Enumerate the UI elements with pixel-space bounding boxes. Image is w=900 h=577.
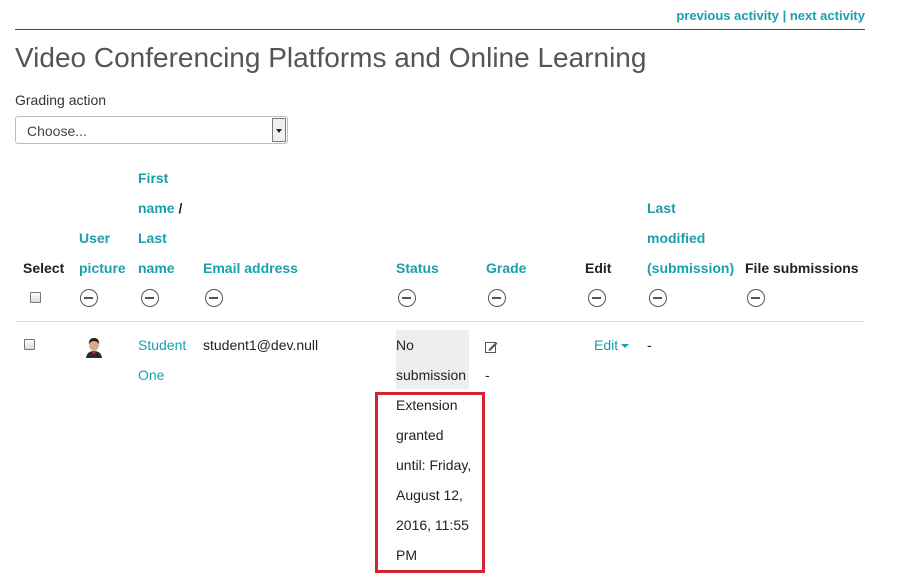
collapse-email-icon[interactable]	[205, 289, 223, 307]
edit-menu-button[interactable]: Edit	[594, 330, 630, 360]
student-last-name: One	[138, 367, 165, 383]
header-first-last-name: First name / Last name	[138, 163, 182, 283]
header-name-slash: /	[178, 200, 183, 216]
collapse-file-submissions-icon[interactable]	[747, 289, 765, 307]
avatar[interactable]	[84, 336, 104, 358]
sort-last-name-link[interactable]: Last name	[138, 230, 175, 276]
nav-separator: |	[782, 8, 787, 23]
sort-first-name-link[interactable]: First name	[138, 170, 175, 216]
header-row-divider	[15, 321, 865, 322]
header-user-picture-line-2: picture	[79, 260, 126, 276]
collapse-edit-icon[interactable]	[588, 289, 606, 307]
grade-value: -	[485, 367, 490, 383]
collapse-grade-icon[interactable]	[488, 289, 506, 307]
header-edit: Edit	[585, 260, 612, 276]
next-activity-link[interactable]: next activity	[790, 8, 865, 23]
grading-action-select[interactable]: Choose...	[15, 116, 288, 144]
header-last-modified-line-3: (submission)	[647, 260, 735, 276]
header-last-modified-line-2: modified	[647, 230, 706, 246]
collapse-user-picture-icon[interactable]	[80, 289, 98, 307]
header-file-submissions: File submissions	[745, 260, 859, 276]
grade-edit-icon[interactable]	[485, 340, 498, 353]
dropdown-arrow-icon[interactable]	[272, 118, 286, 142]
submission-status-line-1: No	[396, 337, 414, 353]
header-grade[interactable]: Grade	[486, 253, 526, 283]
header-first-name-line-1: First	[138, 170, 169, 186]
submission-status-line-2: submission	[396, 367, 467, 383]
header-last-name-line-1: Last	[138, 230, 167, 246]
collapse-last-modified-icon[interactable]	[649, 289, 667, 307]
row-select-checkbox[interactable]	[24, 339, 35, 350]
collapse-status-icon[interactable]	[398, 289, 416, 307]
extension-highlight-box	[375, 392, 485, 573]
select-all-checkbox[interactable]	[30, 292, 41, 303]
student-email: student1@dev.null	[203, 337, 319, 353]
header-last-name-line-2: name	[138, 260, 175, 276]
header-last-modified[interactable]: Last modified (submission)	[647, 193, 734, 283]
page-title: Video Conferencing Platforms and Online …	[15, 42, 647, 73]
collapse-name-icon[interactable]	[141, 289, 159, 307]
header-user-picture-line-1: User	[79, 230, 111, 246]
previous-activity-link[interactable]: previous activity	[676, 8, 779, 23]
header-divider	[15, 29, 865, 30]
header-select: Select	[23, 260, 65, 276]
header-last-modified-line-1: Last	[647, 200, 676, 216]
student-first-name: Student	[138, 337, 187, 353]
header-user-picture[interactable]: User picture	[79, 223, 126, 283]
header-first-name-line-2: name	[138, 200, 175, 216]
caret-down-icon	[621, 344, 630, 349]
grading-action-label: Grading action	[15, 92, 107, 108]
header-status[interactable]: Status	[396, 253, 439, 283]
student-name-link[interactable]: Student One	[138, 330, 186, 390]
activity-navigation: previous activity | next activity	[676, 8, 865, 23]
edit-menu-label: Edit	[594, 337, 619, 353]
grading-action-selected-value: Choose...	[27, 123, 87, 139]
header-email[interactable]: Email address	[203, 253, 298, 283]
last-modified-value: -	[647, 337, 652, 353]
